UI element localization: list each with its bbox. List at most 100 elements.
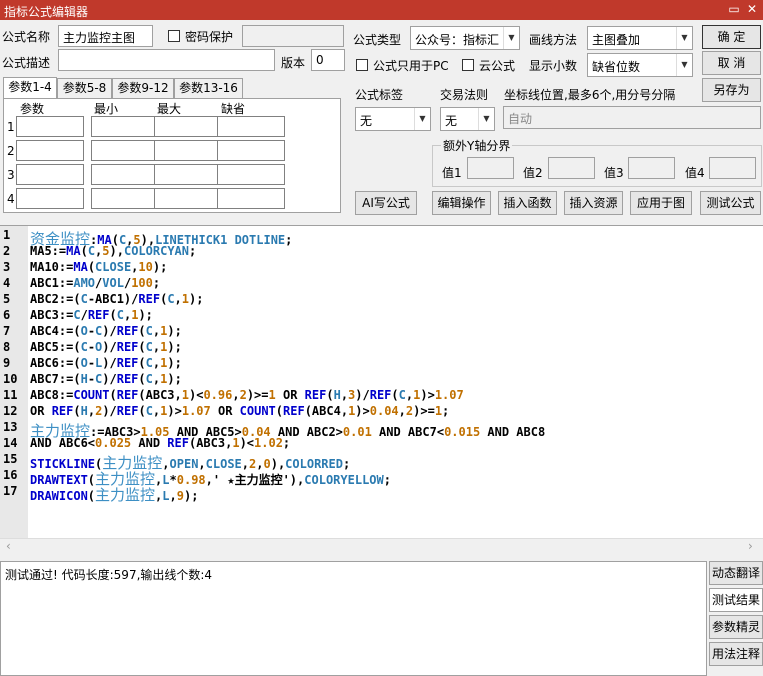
scroll-left-icon[interactable]: ‹ [6, 539, 11, 553]
param-wizard-button[interactable]: 参数精灵 [709, 615, 763, 639]
ai-formula-button[interactable]: AI写公式 [355, 191, 417, 215]
chevron-down-icon: ▼ [676, 27, 692, 49]
save-as-button[interactable]: 另存为 [702, 78, 761, 102]
tab-params-13-16[interactable]: 参数13-16 [174, 78, 243, 98]
horizontal-scrollbar[interactable]: ‹ › [0, 538, 763, 555]
desc-input[interactable] [58, 49, 275, 71]
line-number: 10 [3, 372, 18, 386]
cancel-button[interactable]: 取 消 [702, 51, 761, 75]
line-number: 17 [3, 484, 18, 498]
test-formula-button[interactable]: 测试公式 [700, 191, 761, 215]
param-cell[interactable] [16, 116, 84, 137]
code-line: MA10:=MA(CLOSE,10); [30, 260, 168, 274]
param-panel: 参数 最小 最大 缺省 1 2 3 4 [3, 98, 341, 213]
tab-params-5-8[interactable]: 参数5-8 [57, 78, 112, 98]
chevron-down-icon: ▼ [503, 27, 519, 49]
version-label: 版本 [281, 56, 306, 70]
y-value-label-1: 值1 [442, 166, 462, 180]
line-number-gutter: 1 2 3 4 5 6 7 8 9 10 11 12 13 14 15 16 17 [0, 226, 28, 539]
edit-ops-button[interactable]: 编辑操作 [432, 191, 491, 215]
usage-notes-button[interactable]: 用法注释 [709, 642, 763, 666]
param-cell[interactable] [217, 116, 285, 137]
line-number: 11 [3, 388, 18, 402]
tab-params-1-4[interactable]: 参数1-4 [3, 77, 57, 99]
close-icon[interactable]: ✕ [744, 2, 760, 17]
line-number: 12 [3, 404, 18, 418]
apply-to-chart-button[interactable]: 应用于图 [630, 191, 692, 215]
line-number: 5 [3, 292, 11, 306]
pc-only-label: 公式只用于PC [373, 59, 449, 73]
line-number: 15 [3, 452, 18, 466]
param-cell[interactable] [217, 164, 285, 185]
y-value-input-1[interactable] [467, 157, 514, 179]
tag-select[interactable]: 无 ▼ [355, 107, 431, 131]
param-cell[interactable] [16, 188, 84, 209]
name-input[interactable]: 主力监控主图 [58, 25, 153, 47]
param-row-number: 1 [7, 120, 15, 134]
trade-value: 无 [445, 114, 458, 128]
y-value-label-2: 值2 [523, 166, 543, 180]
y-value-label-4: 值4 [685, 166, 705, 180]
y-value-input-3[interactable] [628, 157, 675, 179]
param-cell[interactable] [16, 140, 84, 161]
param-cell[interactable] [91, 140, 159, 161]
pc-only-checkbox[interactable] [356, 59, 368, 71]
line-number: 16 [3, 468, 18, 482]
desc-label: 公式描述 [2, 56, 51, 70]
scroll-right-icon[interactable]: › [748, 539, 753, 553]
chevron-down-icon: ▼ [676, 54, 692, 76]
decimals-select[interactable]: 缺省位数 ▼ [587, 53, 693, 77]
draw-select[interactable]: 主图叠加 ▼ [587, 26, 693, 50]
code-line: ABC2:=(C-ABC1)/REF(C,1); [30, 292, 204, 306]
coord-label: 坐标线位置,最多6个,用分号分隔 [504, 88, 676, 102]
line-number: 7 [3, 324, 11, 338]
param-cell[interactable] [91, 188, 159, 209]
insert-function-button[interactable]: 插入函数 [498, 191, 557, 215]
param-cell[interactable] [154, 164, 222, 185]
param-cell[interactable] [217, 140, 285, 161]
dynamic-translate-button[interactable]: 动态翻译 [709, 561, 763, 585]
param-cell[interactable] [91, 116, 159, 137]
insert-resource-button[interactable]: 插入资源 [564, 191, 623, 215]
param-cell[interactable] [154, 140, 222, 161]
trade-select[interactable]: 无 ▼ [440, 107, 495, 131]
decimals-label: 显示小数 [529, 59, 578, 73]
y-value-input-4[interactable] [709, 157, 756, 179]
param-row-number: 3 [7, 168, 15, 182]
line-number: 13 [3, 420, 18, 434]
y-value-label-3: 值3 [604, 166, 624, 180]
tab-params-9-12[interactable]: 参数9-12 [112, 78, 174, 98]
cloud-checkbox[interactable] [462, 59, 474, 71]
restore-icon[interactable]: ▭ [726, 2, 742, 17]
password-checkbox[interactable] [168, 30, 180, 42]
type-label: 公式类型 [353, 33, 402, 47]
version-input[interactable]: 0 [311, 49, 345, 71]
code-line: ABC4:=(O-C)/REF(C,1); [30, 324, 182, 338]
param-cell[interactable] [16, 164, 84, 185]
line-number: 2 [3, 244, 11, 258]
line-number: 4 [3, 276, 11, 290]
code-line: OR REF(H,2)/REF(C,1)>1.07 OR COUNT(REF(A… [30, 404, 450, 418]
coord-input[interactable]: 自动 [503, 106, 761, 129]
code-line: ABC3:=C/REF(C,1); [30, 308, 153, 322]
code-line: MA5:=MA(C,5),COLORCYAN; [30, 244, 197, 258]
code-editor[interactable]: 1 2 3 4 5 6 7 8 9 10 11 12 13 14 15 16 17 资金监控:MA(C,5),L… [0, 225, 763, 539]
name-label: 公式名称 [2, 30, 51, 44]
ok-button[interactable]: 确 定 [702, 25, 761, 49]
type-value: 公众号：指标汇 [415, 33, 500, 47]
tag-label: 公式标签 [355, 88, 404, 102]
param-cell[interactable] [154, 116, 222, 137]
test-result-button[interactable]: 测试结果 [709, 588, 763, 612]
param-cell[interactable] [91, 164, 159, 185]
trade-label: 交易法则 [440, 88, 489, 102]
output-panel: 测试通过! 代码长度:597,输出线个数:4 [0, 561, 707, 676]
y-value-input-2[interactable] [548, 157, 595, 179]
line-number: 3 [3, 260, 11, 274]
param-cell[interactable] [217, 188, 285, 209]
draw-value: 主图叠加 [592, 33, 641, 47]
code-line: ABC5:=(C-O)/REF(C,1); [30, 340, 182, 354]
param-cell[interactable] [154, 188, 222, 209]
password-input[interactable] [242, 25, 344, 47]
type-select[interactable]: 公众号：指标汇 ▼ [410, 26, 520, 50]
line-number: 9 [3, 356, 11, 370]
